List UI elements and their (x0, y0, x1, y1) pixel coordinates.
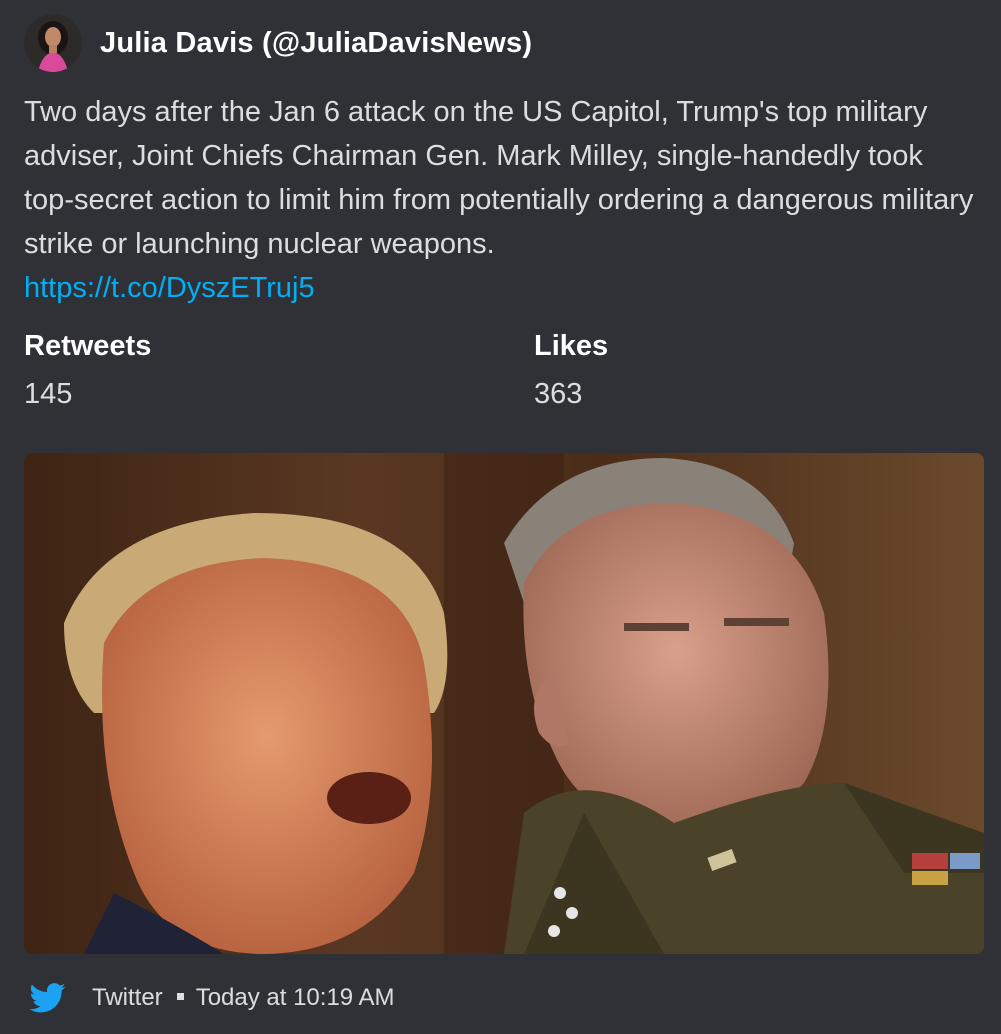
embed-footer: Twitter Today at 10:19 AM (30, 978, 394, 1018)
field-likes: Likes 363 (534, 326, 934, 414)
field-name-likes: Likes (534, 330, 609, 362)
embed-image[interactable] (24, 453, 984, 954)
footer-source: Twitter (92, 984, 163, 1011)
tweet-body: Two days after the Jan 6 attack on the U… (24, 96, 974, 260)
tweet-text: Two days after the Jan 6 attack on the U… (24, 90, 974, 310)
field-name-retweets: Retweets (24, 330, 152, 362)
field-value-likes: 363 (534, 378, 583, 410)
author-name[interactable]: Julia Davis (@JuliaDavisNews) (100, 27, 532, 60)
embed-author[interactable]: Julia Davis (@JuliaDavisNews) (24, 14, 532, 72)
tweet-embed: Julia Davis (@JuliaDavisNews) Two days a… (0, 0, 1001, 1034)
tweet-link[interactable]: https://t.co/DyszETruj5 (24, 272, 315, 304)
author-avatar[interactable] (24, 14, 82, 72)
footer-timestamp: Today at 10:19 AM (195, 984, 395, 1011)
twitter-bird-icon (30, 983, 66, 1013)
field-retweets: Retweets 145 (24, 326, 424, 414)
footer-separator (176, 992, 184, 1000)
field-value-retweets: 145 (24, 378, 73, 410)
